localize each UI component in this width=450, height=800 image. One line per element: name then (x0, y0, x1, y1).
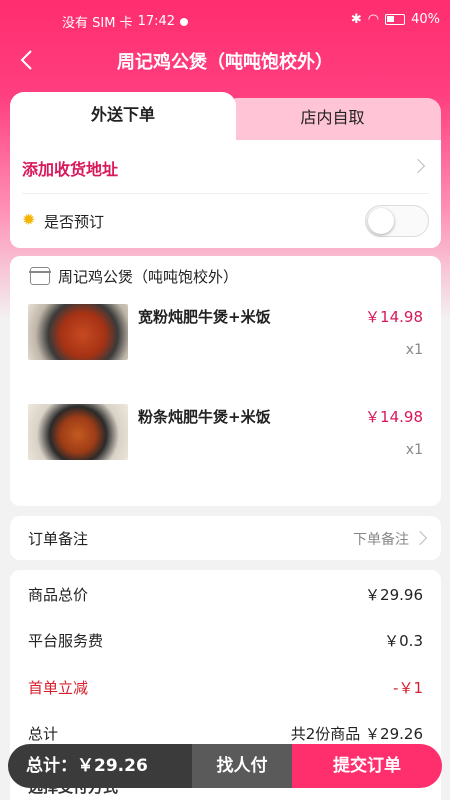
battery-icon (385, 14, 406, 25)
list-item: 宽粉炖肥牛煲+米饭 ￥14.98 x1 (28, 304, 423, 374)
order-note-label: 订单备注 (28, 530, 89, 548)
item-quantity: x1 (405, 342, 423, 358)
discount-value: -￥1 (393, 679, 423, 697)
carrier-text: 没有 SIM 卡 (62, 16, 133, 31)
add-address-row[interactable]: 添加收货地址 (22, 138, 429, 194)
chevron-right-icon (412, 530, 428, 546)
order-note-hint: 下单备注 (353, 532, 409, 548)
bluetooth-icon: ✱ (350, 12, 362, 27)
goods-total-value: ￥29.96 (365, 586, 423, 604)
delivery-card: 添加收货地址 ✹ 是否预订 (10, 138, 441, 248)
store-name: 周记鸡公煲（吨吨饱校外） (58, 267, 239, 286)
reserve-row: ✹ 是否预订 (22, 194, 429, 248)
item-name: 粉条炖肥牛煲+米饭 (138, 408, 271, 426)
reserve-toggle[interactable] (365, 205, 429, 237)
order-card: 周记鸡公煲（吨吨饱校外） 宽粉炖肥牛煲+米饭 ￥14.98 x1 粉条炖肥牛煲+… (10, 256, 441, 506)
chevron-right-icon (410, 158, 426, 174)
title-bar: 周记鸡公煲（吨吨饱校外） (0, 40, 450, 80)
goods-total-row: 商品总价 ￥29.96 (28, 584, 423, 608)
reserve-label: 是否预订 (44, 213, 105, 231)
order-note-row[interactable]: 订单备注 下单备注 (10, 516, 441, 560)
item-quantity: x1 (405, 442, 423, 458)
tab-delivery[interactable]: 外送下单 (10, 92, 236, 140)
bottom-action-bar: 总计：￥29.26 找人付 提交订单 (8, 744, 442, 788)
food-image (28, 304, 128, 360)
battery-text: 40% (411, 12, 440, 27)
time-text: 17:42 (137, 14, 176, 29)
item-name: 宽粉炖肥牛煲+米饭 (138, 308, 271, 326)
submit-order-button[interactable]: 提交订单 (292, 744, 442, 788)
tab-pickup[interactable]: 店内自取 (224, 98, 441, 140)
status-right: ✱ ◠ 40% (351, 12, 440, 27)
sun-icon: ✹ (22, 210, 36, 229)
bottom-total: 总计：￥29.26 (8, 744, 192, 788)
item-price: ￥14.98 (365, 408, 423, 426)
store-icon (29, 267, 51, 285)
list-item: 粉条炖肥牛煲+米饭 ￥14.98 x1 (28, 404, 423, 474)
status-bar: 没有 SIM 卡 17:42 ✱ ◠ 40% (0, 0, 450, 40)
status-left: 没有 SIM 卡 17:42 (62, 12, 189, 31)
total-value: 共2份商品 ￥29.26 (290, 725, 423, 743)
find-someone-pay-button[interactable]: 找人付 (192, 744, 292, 788)
food-image (28, 404, 128, 460)
service-fee-value: ￥0.3 (384, 632, 423, 650)
item-price: ￥14.98 (365, 308, 423, 326)
service-fee-row: 平台服务费 ￥0.3 (28, 630, 423, 654)
discount-label: 首单立减 (28, 679, 89, 697)
discount-row: 首单立减 -￥1 (28, 677, 423, 701)
wifi-icon: ◠ (367, 12, 380, 27)
notification-icon (180, 17, 189, 26)
order-type-tabs: 外送下单 店内自取 (10, 92, 441, 140)
toggle-knob (368, 208, 394, 234)
goods-total-label: 商品总价 (28, 586, 89, 604)
page-title: 周记鸡公煲（吨吨饱校外） (117, 52, 333, 73)
total-label: 总计 (28, 725, 59, 743)
service-fee-label: 平台服务费 (28, 632, 104, 650)
add-address-label: 添加收货地址 (22, 160, 119, 179)
store-row: 周记鸡公煲（吨吨饱校外） (29, 264, 239, 288)
